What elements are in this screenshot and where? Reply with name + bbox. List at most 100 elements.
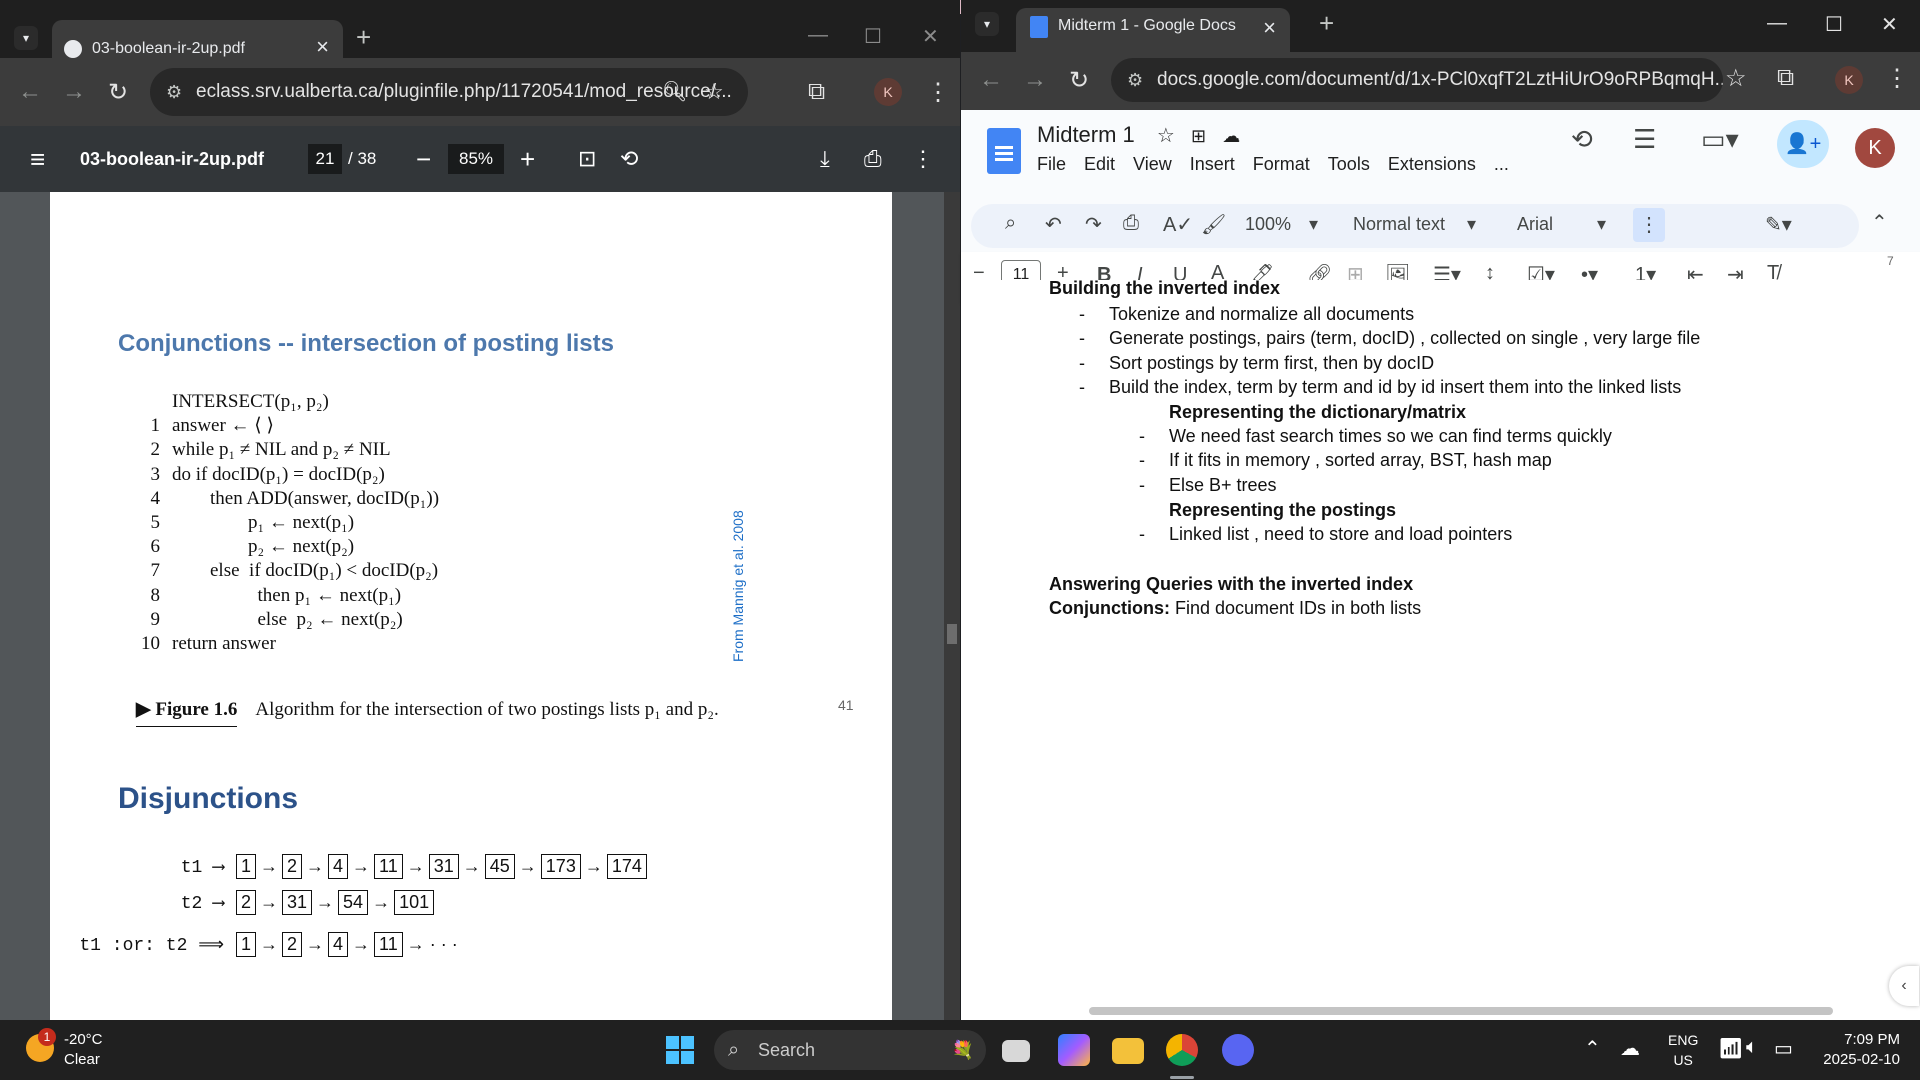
print-icon[interactable]: ⎙: [864, 126, 882, 192]
maximize-button[interactable]: ☐: [1825, 12, 1843, 37]
weather-widget[interactable]: -20°C Clear: [64, 1030, 103, 1070]
bullet-item: - We need fast search times so we can fin…: [1139, 426, 1612, 447]
wifi-icon[interactable]: 📶︎: [1718, 1036, 1743, 1061]
tab-docs[interactable]: Midterm 1 - Google Docs ×: [1016, 8, 1290, 52]
bookmark-star-icon[interactable]: ☆: [1725, 64, 1747, 93]
close-tab-icon[interactable]: ×: [316, 34, 329, 60]
version-history-icon[interactable]: ⟲: [1571, 124, 1593, 155]
share-button[interactable]: 👤+: [1777, 120, 1829, 168]
rotate-icon[interactable]: ⟲: [620, 126, 638, 192]
docs-account-avatar[interactable]: K: [1855, 128, 1895, 168]
star-icon[interactable]: ☆: [1157, 125, 1175, 147]
profile-avatar[interactable]: K: [1835, 66, 1863, 94]
file-explorer-icon[interactable]: [1112, 1038, 1144, 1064]
menu-kebab-icon[interactable]: ⋮: [926, 78, 950, 107]
font-select[interactable]: Arial: [1517, 214, 1553, 235]
document-body[interactable]: Building the inverted index Representing…: [961, 280, 1920, 1020]
tab-search-button-docs[interactable]: ▾: [975, 12, 999, 36]
task-view-icon[interactable]: [1002, 1040, 1030, 1062]
close-window-button[interactable]: ✕: [922, 24, 939, 49]
close-window-button[interactable]: ✕: [1881, 12, 1898, 37]
new-tab-button[interactable]: +: [356, 22, 371, 53]
new-tab-button[interactable]: +: [1319, 8, 1334, 39]
menu-kebab-icon[interactable]: ⋮: [1885, 64, 1909, 93]
close-tab-icon[interactable]: ×: [1263, 10, 1276, 46]
bullet-text: If it fits in memory , sorted array, BST…: [1169, 450, 1552, 471]
spellcheck-icon[interactable]: A✓: [1163, 212, 1193, 237]
language-indicator[interactable]: ENG US: [1668, 1030, 1698, 1070]
profile-avatar[interactable]: K: [874, 78, 902, 106]
chrome-icon[interactable]: [1166, 1034, 1198, 1066]
minimize-button[interactable]: —: [808, 24, 828, 47]
font-dropdown-icon[interactable]: ▾: [1597, 214, 1606, 235]
menu-item[interactable]: Extensions: [1388, 154, 1476, 175]
menu-item[interactable]: View: [1133, 154, 1172, 175]
fit-page-icon[interactable]: ⊡: [578, 126, 596, 192]
move-folder-icon[interactable]: ⊞: [1191, 126, 1206, 146]
cloud-saved-icon[interactable]: ☁: [1222, 126, 1240, 146]
posting-list-label: t2 ⟶: [180, 893, 224, 914]
zoom-lens-icon[interactable]: 🔍︎: [662, 68, 687, 116]
menu-item[interactable]: Edit: [1084, 154, 1115, 175]
minimize-button[interactable]: —: [1767, 12, 1787, 35]
scrollbar-thumb[interactable]: [947, 624, 957, 644]
comments-icon[interactable]: ☰: [1633, 124, 1656, 155]
doc-title[interactable]: Midterm 1 ☆ ⊞ ☁: [1037, 122, 1240, 148]
pdf-scrollbar[interactable]: [944, 192, 960, 1020]
url-text-docs: docs.google.com/document/d/1x-PCl0xqfT2L…: [1157, 69, 1723, 90]
print-icon[interactable]: ⎙: [1123, 212, 1139, 235]
zoom-dropdown-icon[interactable]: ▾: [1309, 214, 1318, 235]
taskbar-search[interactable]: ⌕ Search 💐: [714, 1030, 986, 1070]
forward-icon[interactable]: →: [1023, 66, 1047, 94]
reload-icon[interactable]: ↻: [108, 78, 128, 107]
back-icon[interactable]: ←: [18, 78, 42, 106]
url-input-docs[interactable]: ⚙ docs.google.com/document/d/1x-PCl0xqfT…: [1111, 58, 1723, 102]
paint-format-icon[interactable]: 🖌︎: [1201, 212, 1226, 237]
hamburger-menu-icon[interactable]: ≡: [30, 126, 45, 192]
show-hidden-icons-icon[interactable]: ⌃: [1584, 1036, 1601, 1061]
page-number-input[interactable]: 21: [308, 144, 342, 174]
discord-icon[interactable]: [1222, 1034, 1254, 1066]
menu-item[interactable]: ...: [1494, 154, 1509, 175]
menu-item[interactable]: Format: [1253, 154, 1310, 175]
bookmark-star-icon[interactable]: ☆: [704, 68, 724, 116]
forward-icon[interactable]: →: [62, 78, 86, 106]
zoom-level-input[interactable]: 85%: [448, 144, 504, 174]
url-input[interactable]: ⚙ eclass.srv.ualberta.ca/pluginfile.php/…: [150, 68, 748, 116]
clock[interactable]: 7:09 PM 2025-02-10: [1823, 1030, 1900, 1070]
menu-item[interactable]: Insert: [1190, 154, 1235, 175]
menu-item[interactable]: Tools: [1328, 154, 1370, 175]
volume-icon[interactable]: 🔈︎: [1746, 1036, 1758, 1059]
extensions-icon[interactable]: ⧉: [1777, 64, 1794, 92]
start-button[interactable]: [666, 1036, 694, 1064]
zoom-select[interactable]: 100%: [1245, 214, 1291, 235]
pdf-viewport[interactable]: Conjunctions -- intersection of posting …: [0, 192, 944, 1020]
copilot-icon[interactable]: [1058, 1034, 1090, 1066]
zoom-in-button[interactable]: +: [520, 126, 535, 192]
download-icon[interactable]: ⤓: [820, 126, 830, 192]
bullet-item: - Else B+ trees: [1139, 475, 1277, 496]
style-dropdown-icon[interactable]: ▾: [1467, 214, 1476, 235]
back-icon[interactable]: ←: [979, 66, 1003, 94]
meet-video-icon[interactable]: ▭▾: [1701, 124, 1739, 155]
reload-icon[interactable]: ↻: [1069, 66, 1089, 95]
style-select[interactable]: Normal text: [1353, 214, 1445, 235]
redo-icon[interactable]: ↷: [1085, 212, 1102, 237]
hide-menus-icon[interactable]: ⌃: [1871, 210, 1888, 235]
undo-icon[interactable]: ↶: [1045, 212, 1062, 237]
search-menus-icon[interactable]: ⌕: [1005, 212, 1016, 235]
zoom-out-button[interactable]: −: [416, 126, 431, 192]
editing-mode-icon[interactable]: ✎▾: [1765, 212, 1792, 237]
site-info-icon[interactable]: ⚙: [1127, 58, 1143, 102]
onedrive-icon[interactable]: ☁: [1620, 1036, 1640, 1061]
horizontal-scrollbar[interactable]: [1089, 1007, 1833, 1015]
docs-logo-icon[interactable]: [987, 128, 1021, 174]
pdf-more-icon[interactable]: ⋮: [912, 126, 934, 192]
tab-search-button[interactable]: ▾: [14, 26, 38, 50]
maximize-button[interactable]: ☐: [864, 24, 882, 49]
extensions-icon[interactable]: ⧉: [808, 78, 825, 106]
more-options-icon[interactable]: ⋮: [1633, 208, 1665, 242]
battery-icon[interactable]: ▭: [1774, 1036, 1793, 1061]
menu-item[interactable]: File: [1037, 154, 1066, 175]
site-info-icon[interactable]: ⚙: [166, 68, 182, 116]
